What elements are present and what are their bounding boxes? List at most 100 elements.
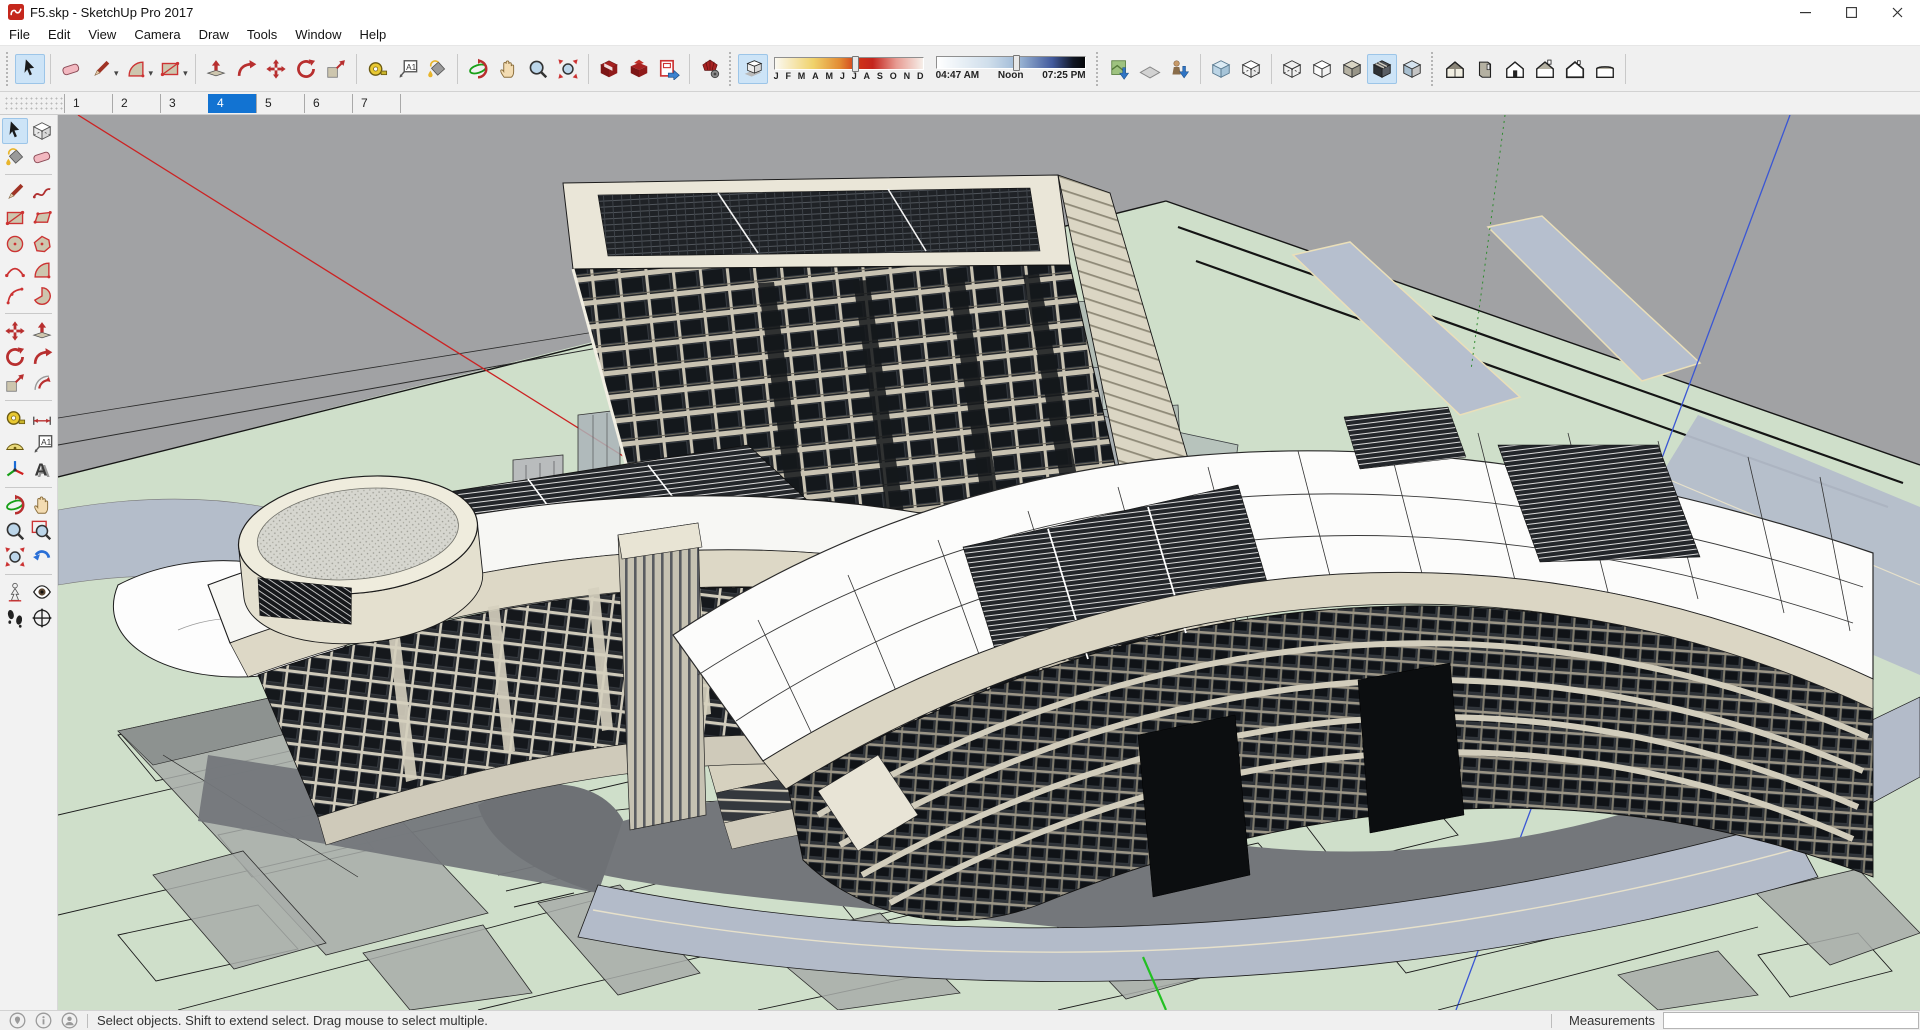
style-back-edges-tool-button[interactable]	[1236, 54, 1266, 84]
measurements-input[interactable]	[1663, 1012, 1919, 1029]
arc-2pt-tool-button[interactable]	[2, 257, 28, 283]
shadow-date-slider[interactable]: JFMAMJJASOND	[773, 55, 924, 81]
zoom-extents-tool-button[interactable]	[2, 544, 28, 570]
position-camera-tool-button[interactable]	[2, 579, 28, 605]
rotate-tool-button[interactable]	[291, 54, 321, 84]
zoom-tool-button[interactable]	[523, 54, 553, 84]
line-dropdown-arrow[interactable]: ▾	[114, 68, 119, 79]
scene-tab-7[interactable]: 7	[352, 93, 400, 113]
follow-me-tool-button[interactable]	[29, 344, 55, 370]
select-tool-button[interactable]	[15, 53, 45, 84]
rectangle-dropdown-arrow[interactable]: ▾	[183, 68, 188, 79]
extension-warehouse-tool-button[interactable]	[695, 54, 725, 84]
viewport-3d-scene[interactable]	[58, 115, 1920, 1010]
arc-fan-tool-button[interactable]	[121, 54, 151, 84]
send-to-layout-tool-button[interactable]	[654, 54, 684, 84]
walk-tool-button[interactable]	[2, 605, 28, 631]
text-tool-button[interactable]: A1	[392, 54, 422, 84]
orbit-tool-button[interactable]	[2, 492, 28, 518]
arc-fan-dropdown-arrow[interactable]: ▾	[149, 68, 154, 79]
style-wireframe-tool-button[interactable]	[1277, 54, 1307, 84]
look-around-tool-button[interactable]	[29, 579, 55, 605]
geolocation-status-icon[interactable]	[9, 1012, 26, 1029]
scene-tab-5[interactable]: 5	[256, 93, 304, 113]
toolbar-drag-handle[interactable]	[1095, 51, 1099, 86]
scene-tab-4[interactable]: 4	[208, 93, 256, 113]
maximize-button[interactable]	[1828, 0, 1874, 24]
protractor-tool-button[interactable]	[2, 431, 28, 457]
photo-textures-tool-button[interactable]	[1165, 54, 1195, 84]
freehand-tool-button[interactable]	[29, 179, 55, 205]
menu-draw[interactable]: Draw	[190, 24, 238, 45]
dimension-tool-button[interactable]	[29, 405, 55, 431]
pan-tool-button[interactable]	[493, 54, 523, 84]
share-model-tool-button[interactable]	[624, 54, 654, 84]
view-back-tool-button[interactable]	[1530, 54, 1560, 84]
model-info-icon[interactable]	[35, 1012, 52, 1029]
shadow-time-slider[interactable]: 04:47 AM Noon 07:25 PM	[935, 55, 1086, 81]
tape-measure-tool-button[interactable]	[362, 54, 392, 84]
zoom-tool-button[interactable]	[2, 518, 28, 544]
scene-tab-2[interactable]: 2	[112, 93, 160, 113]
view-top-tool-button[interactable]	[1470, 54, 1500, 84]
menu-tools[interactable]: Tools	[238, 24, 286, 45]
rotate-tool-button[interactable]	[2, 344, 28, 370]
zoom-extents-tool-button[interactable]	[553, 54, 583, 84]
rectangle-tool-button[interactable]	[2, 205, 28, 231]
add-location-tool-button[interactable]	[1105, 54, 1135, 84]
circle-tool-button[interactable]	[2, 231, 28, 257]
menu-file[interactable]: File	[0, 24, 39, 45]
paint-bucket-tool-button[interactable]	[2, 144, 28, 170]
scale-tool-button[interactable]	[2, 370, 28, 396]
axes-tool-button[interactable]	[2, 457, 28, 483]
rotated-rectangle-tool-button[interactable]	[29, 205, 55, 231]
eraser-tool-button[interactable]	[29, 144, 55, 170]
line-tool-button[interactable]	[86, 54, 116, 84]
arc-fan-tool-button[interactable]	[29, 257, 55, 283]
follow-me-tool-button[interactable]	[231, 54, 261, 84]
text-tool-button[interactable]: A1	[29, 431, 55, 457]
tabbar-drag-handle[interactable]	[4, 96, 64, 110]
toggle-terrain-tool-button[interactable]	[1135, 54, 1165, 84]
style-shaded-textures-tool-button[interactable]	[1366, 53, 1397, 84]
menu-edit[interactable]: Edit	[39, 24, 79, 45]
eraser-tool-button[interactable]	[56, 54, 86, 84]
shadow-toggle-tool-button[interactable]	[737, 53, 768, 84]
minimize-button[interactable]	[1782, 0, 1828, 24]
menu-view[interactable]: View	[79, 24, 125, 45]
offset-tool-button[interactable]	[29, 370, 55, 396]
get-models-tool-button[interactable]	[594, 54, 624, 84]
menu-camera[interactable]: Camera	[125, 24, 189, 45]
line-tool-button[interactable]	[2, 179, 28, 205]
move-tool-button[interactable]	[261, 54, 291, 84]
style-hidden-line-tool-button[interactable]	[1307, 54, 1337, 84]
tape-measure-tool-button[interactable]	[2, 405, 28, 431]
previous-tool-button[interactable]	[29, 544, 55, 570]
3d-text-tool-button[interactable]: AA	[29, 457, 55, 483]
push-pull-tool-button[interactable]	[29, 318, 55, 344]
scene-tab-6[interactable]: 6	[304, 93, 352, 113]
toolbar-drag-handle[interactable]	[728, 51, 732, 86]
scene-tab-3[interactable]: 3	[160, 93, 208, 113]
view-iso-tool-button[interactable]	[1440, 54, 1470, 84]
menu-help[interactable]: Help	[351, 24, 396, 45]
toolbar-drag-handle[interactable]	[1430, 51, 1434, 86]
sign-in-icon[interactable]	[61, 1012, 78, 1029]
shadow-time-handle[interactable]	[1012, 55, 1020, 71]
style-shaded-tool-button[interactable]	[1337, 54, 1367, 84]
close-button[interactable]	[1874, 0, 1920, 24]
polygon-tool-button[interactable]	[29, 231, 55, 257]
move-tool-button[interactable]	[2, 318, 28, 344]
toolbar-drag-handle[interactable]	[6, 51, 9, 86]
rectangle-tool-button[interactable]	[155, 54, 185, 84]
style-xray-tool-button[interactable]	[1206, 54, 1236, 84]
shadow-date-handle[interactable]	[851, 55, 859, 72]
arc-3pt-tool-button[interactable]	[2, 283, 28, 309]
section-plane-tool-button[interactable]	[29, 605, 55, 631]
pan-tool-button[interactable]	[29, 492, 55, 518]
orbit-tool-button[interactable]	[463, 54, 493, 84]
select-tool-button[interactable]	[2, 118, 28, 144]
view-front-tool-button[interactable]	[1500, 54, 1530, 84]
shadow-time-gradient[interactable]	[935, 55, 1086, 71]
make-component-tool-button[interactable]	[29, 118, 55, 144]
